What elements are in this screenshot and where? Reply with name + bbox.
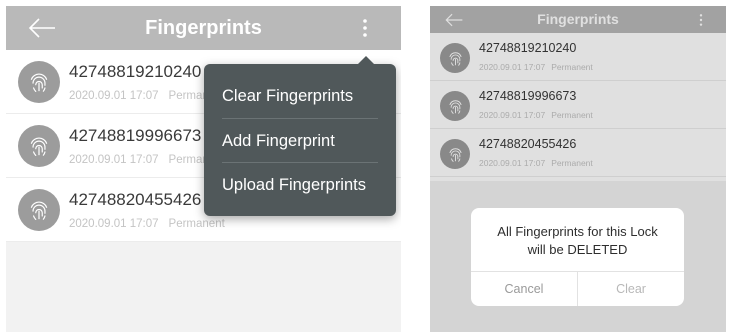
dialog-message: All Fingerprints for this Lock will be D…: [481, 223, 674, 259]
dialog-message-line: will be DELETED: [527, 242, 628, 257]
fingerprint-icon: [30, 201, 48, 221]
fingerprint-id: 42748820455426: [69, 190, 202, 209]
confirm-dialog: All Fingerprints for this Lock will be D…: [471, 208, 684, 306]
overflow-menu: Clear Fingerprints Add Fingerprint Uploa…: [204, 56, 396, 216]
fingerprint-avatar: [18, 189, 60, 231]
left-screen: Fingerprints 42748819210240 2020.09.01 1…: [6, 6, 401, 332]
menu-item-upload-fingerprints[interactable]: Upload Fingerprints: [222, 162, 378, 207]
more-button[interactable]: [355, 6, 375, 50]
fingerprint-meta: 2020.09.01 17:07 Permanent: [69, 218, 225, 230]
dialog-message-line: All Fingerprints for this Lock: [497, 224, 658, 239]
fingerprint-id: 42748819210240: [69, 62, 202, 81]
clear-button[interactable]: Clear: [577, 272, 684, 306]
fingerprint-meta: 2020.09.01 17:07 Permanent: [69, 90, 225, 102]
more-vertical-icon: [363, 19, 367, 37]
fingerprint-icon: [30, 137, 48, 157]
fingerprint-date: 2020.09.01 17:07: [69, 218, 159, 230]
app-bar: Fingerprints: [6, 6, 401, 50]
cancel-button[interactable]: Cancel: [471, 272, 577, 306]
menu-item-clear-fingerprints[interactable]: Clear Fingerprints: [222, 74, 378, 118]
menu-item-add-fingerprint[interactable]: Add Fingerprint: [222, 118, 378, 163]
fingerprint-id: 42748819996673: [69, 126, 202, 145]
fingerprint-validity: Permanent: [168, 218, 225, 230]
fingerprint-date: 2020.09.01 17:07: [69, 90, 159, 102]
dialog-actions: Cancel Clear: [471, 271, 684, 306]
fingerprint-meta: 2020.09.01 17:07 Permanent: [69, 154, 225, 166]
fingerprint-date: 2020.09.01 17:07: [69, 154, 159, 166]
fingerprint-avatar: [18, 125, 60, 167]
right-screen: Fingerprints 42748819210240 2020.09.01 1…: [430, 6, 726, 332]
fingerprint-avatar: [18, 61, 60, 103]
fingerprint-icon: [30, 73, 48, 93]
page-title: Fingerprints: [145, 17, 262, 39]
